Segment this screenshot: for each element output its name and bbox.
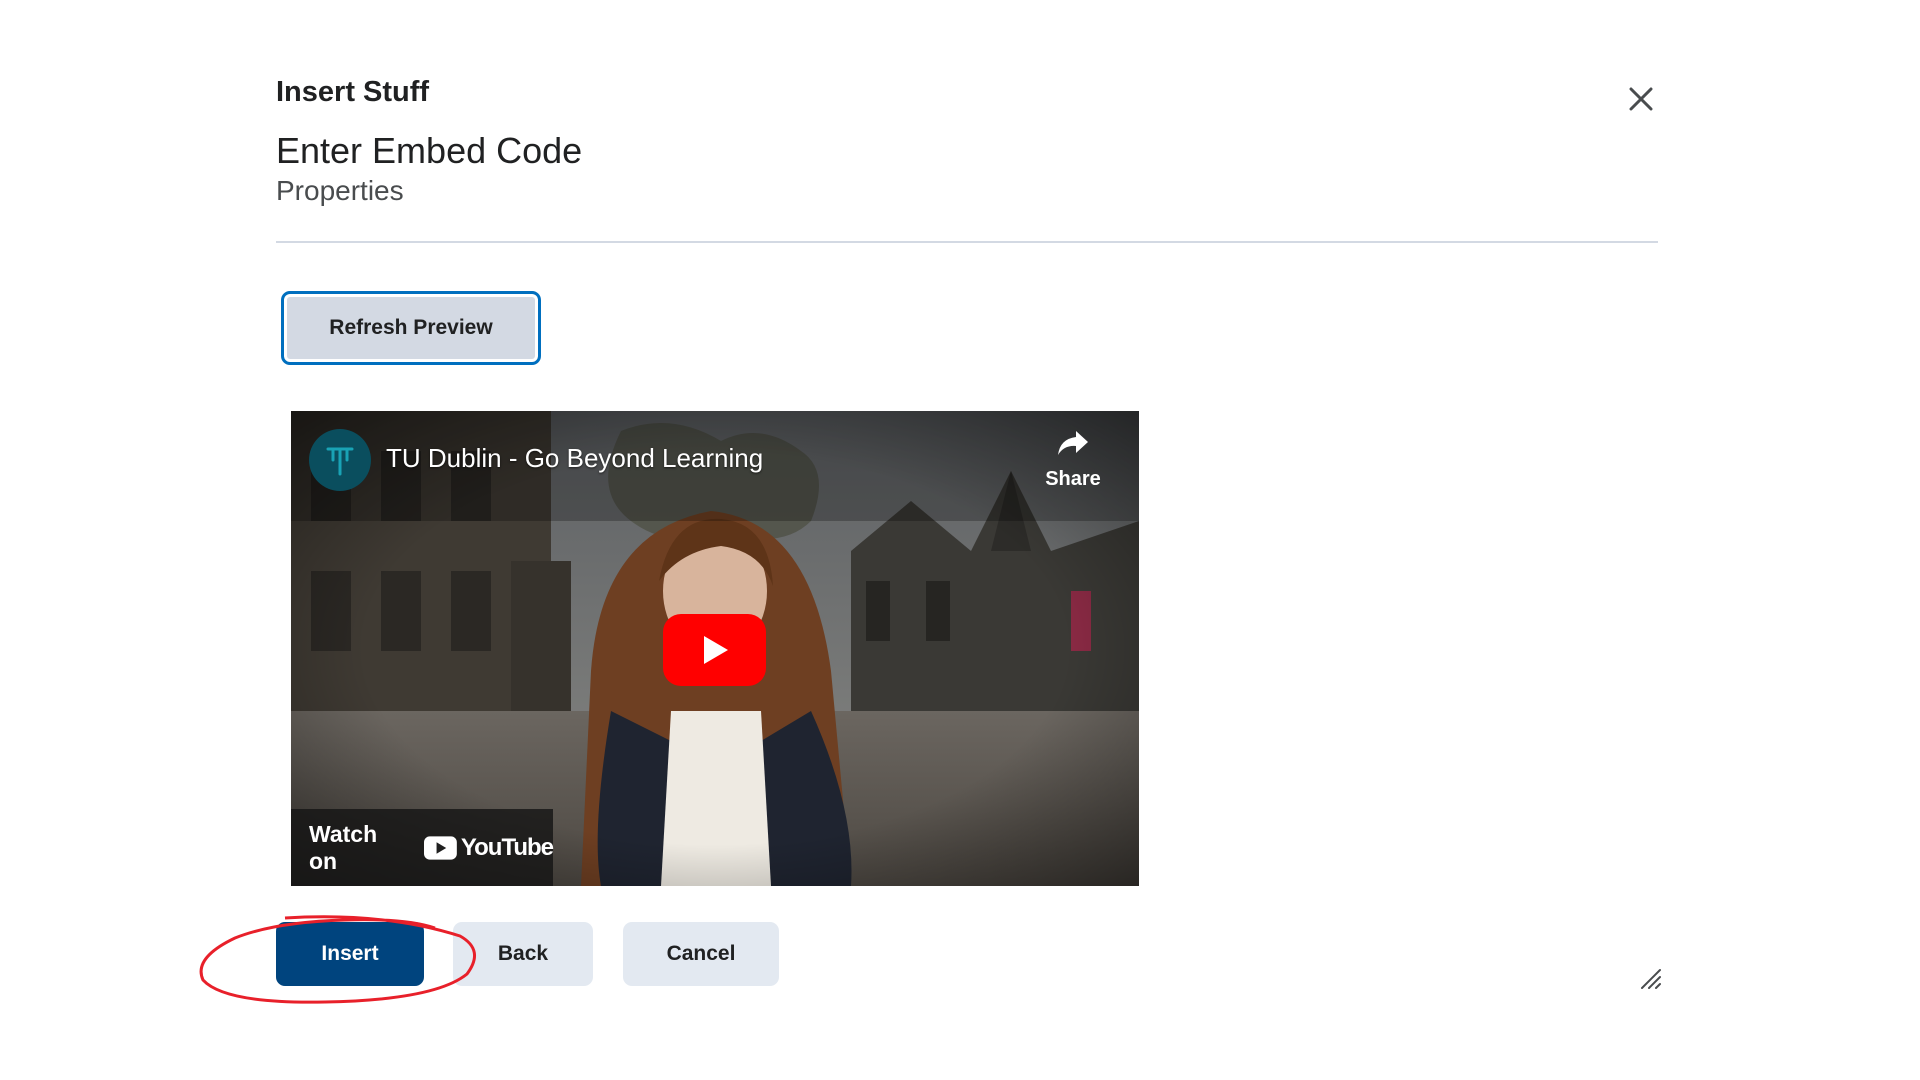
refresh-preview-button[interactable]: Refresh Preview [281, 291, 541, 365]
play-icon [663, 614, 766, 686]
step-title: Enter Embed Code [276, 130, 583, 171]
cancel-button[interactable]: Cancel [623, 922, 779, 986]
share-button[interactable]: Share [1029, 429, 1117, 491]
youtube-wordmark: YouTube [460, 833, 554, 861]
share-label: Share [1045, 468, 1101, 490]
dialog-title: Insert Stuff [276, 76, 430, 108]
watch-on-youtube-link[interactable]: Watch on YouTube [291, 809, 554, 886]
tu-dublin-logo-icon [326, 447, 354, 476]
channel-logo[interactable] [309, 429, 371, 491]
youtube-logo-icon [424, 835, 457, 860]
step-subtitle: Properties [276, 175, 404, 206]
close-button[interactable] [1622, 80, 1660, 118]
video-preview[interactable]: TU Dublin - Go Beyond Learning Share Wat… [291, 411, 1139, 886]
highlight-circle-annotation [199, 915, 476, 1004]
header-divider [276, 241, 1658, 243]
resize-handle-icon[interactable] [1638, 966, 1662, 990]
video-title[interactable]: TU Dublin - Go Beyond Learning [386, 443, 763, 474]
play-button[interactable] [663, 614, 766, 686]
watch-on-label: Watch on [309, 820, 378, 874]
close-icon [1629, 87, 1653, 111]
share-arrow-icon [1058, 431, 1088, 455]
